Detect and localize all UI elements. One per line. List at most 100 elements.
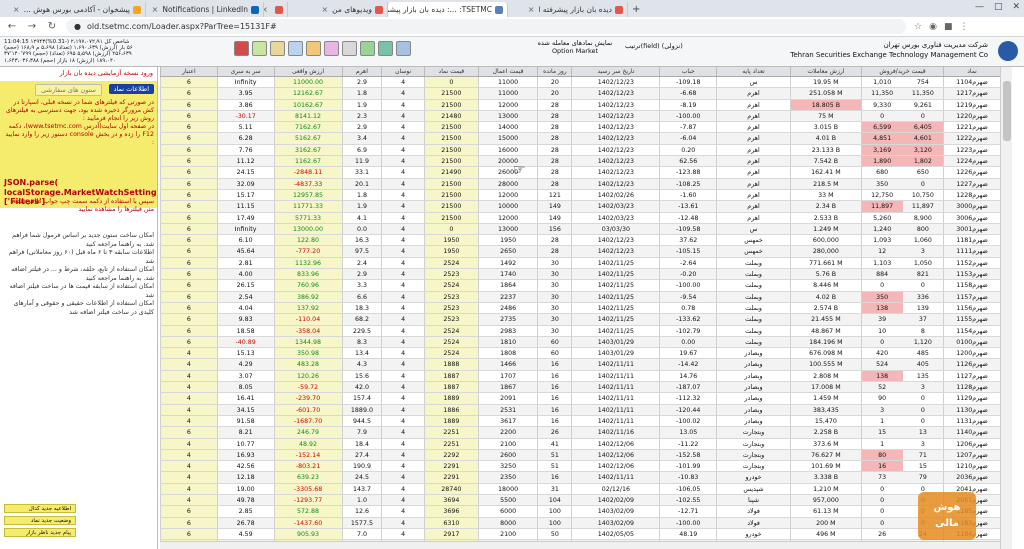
- column-header[interactable]: سر به سری: [216, 67, 274, 76]
- column-header[interactable]: تعداد پایه: [716, 67, 790, 76]
- table-row[interactable]: 6 2.81 1132.96 2.4 4 2524 1492 30 1402/11/25 -2.6…: [160, 257, 1000, 270]
- top-link[interactable]: ورود نسخه آزمایشی دیده بان بازار: [0, 67, 157, 79]
- supervisor-message-button[interactable]: پیام جدید ناظر بازار: [4, 528, 76, 537]
- browser-tab-1[interactable]: Notifications | LinkedIn ×: [146, 2, 264, 17]
- browser-tab-2[interactable]: ×: [264, 2, 288, 17]
- horizontal-scrollbar[interactable]: [160, 541, 1000, 549]
- table-row[interactable]: 6 32.09 -4837.33 20.1 4 21500 28000 28 1402/12/2…: [160, 178, 1000, 190]
- table-row[interactable]: 4 16.93 -152.14 27.4 4 2292 2600 51 1402/12/06 -1…: [160, 449, 1000, 462]
- vertical-scrollbar[interactable]: [1000, 67, 1012, 549]
- table-row[interactable]: 6 4.00 833.96 2.9 4 2523 1740 30 1402/11/25 -0.20…: [160, 269, 1000, 281]
- column-header[interactable]: نوسان: [381, 67, 424, 76]
- table-row[interactable]: 6 9.83 -110.04 68.2 4 2523 2735 30 1402/11/25 -13…: [160, 314, 1000, 326]
- table-row[interactable]: 4 16.41 -239.70 157.4 4 1889 2091 16 1402/11/11-…: [160, 393, 1000, 405]
- table-row[interactable]: 4 19.00 -3305.68 143.7 4 28740 18000 31 02/12/16…: [160, 483, 1000, 495]
- browser-tab-3[interactable]: ویدیوهای من ×: [288, 2, 388, 17]
- extension-icon[interactable]: ■: [944, 22, 953, 32]
- table-row[interactable]: 6 -40.89 1344.98 8.3 4 2524 1810 60 1403/01/29 0.…: [160, 336, 1000, 349]
- table-row[interactable]: 4 42.56 -803.21 190.9 4 2291 3250 51 1402/12/06-…: [160, 461, 1000, 473]
- sort-filter[interactable]: ترتیب(field) (نزولی): [625, 42, 695, 50]
- table-row[interactable]: 6 45.64 -777.20 97.5 4 1950 2650 28 1402/12/23 -1…: [160, 246, 1000, 258]
- table-row[interactable]: 6 2.54 386.92 6.6 4 2523 2237 30 1402/11/25 -9.54…: [160, 291, 1000, 303]
- pinterest-icon[interactable]: ◉: [929, 22, 937, 32]
- codal-alert-button[interactable]: اطلاعیه جدید کدال: [4, 504, 76, 513]
- table-row[interactable]: 6 6.10 122.80 16.3 4 1950 1950 28 1402/12/23 37.6…: [160, 235, 1000, 247]
- toolbar-btn-8-icon[interactable]: [360, 41, 375, 56]
- url-input[interactable]: ● old.tsetmc.com/Loader.aspx?ParTree=151…: [66, 19, 906, 34]
- reload-icon[interactable]: ↻: [46, 21, 58, 32]
- table-row[interactable]: 6 11.15 11771.33 1.9 4 21500 10000 149 1402/03/2…: [160, 201, 1000, 213]
- table-row[interactable]: 6 4.59 905.93 7.0 4 2917 2100 50 1402/05/05 48.19…: [160, 528, 1000, 541]
- toolbar-btn-4-icon[interactable]: [288, 41, 303, 56]
- bookmark-icon[interactable]: ☆: [914, 22, 922, 32]
- table-row[interactable]: 6 26.78 -1437.60 1577.5 4 6310 8000 100 1403/02/…: [160, 517, 1000, 529]
- forward-icon[interactable]: →: [26, 21, 38, 32]
- maximize-icon[interactable]: □: [994, 2, 1003, 12]
- toolbar-btn-7-icon[interactable]: [342, 41, 357, 56]
- table-row[interactable]: 4 34.15 -601.70 1889.0 4 1886 2531 16 1402/11/11…: [160, 404, 1000, 416]
- close-icon[interactable]: ✕: [1012, 2, 1020, 12]
- table-row[interactable]: 6 8.21 246.79 7.9 4 2251 2200 26 1402/11/16 13.05…: [160, 427, 1000, 439]
- table-row[interactable]: 4 49.78 -1293.77 1.0 4 3694 5500 104 1402/02/09-…: [160, 494, 1000, 507]
- table-row[interactable]: 4 8.05 -59.72 42.0 4 1887 1867 16 1402/11/11 -187…: [160, 382, 1000, 394]
- menu-icon[interactable]: ⋮: [959, 22, 968, 32]
- tab-close-icon[interactable]: ×: [152, 5, 159, 14]
- table-row[interactable]: 4 12.18 639.23 24.5 4 2291 2350 16 1402/11/11 -10…: [160, 472, 1000, 484]
- column-header[interactable]: اهرم: [341, 67, 382, 76]
- column-header[interactable]: قیمت نماد: [423, 67, 478, 76]
- toolbar-btn-3-icon[interactable]: [270, 41, 285, 56]
- symbol-status-button[interactable]: وضعیت جدید نماد: [4, 516, 76, 525]
- table-row[interactable]: 6 7.76 3162.67 6.9 4 21500 16000 28 1402/12/23 0.…: [160, 144, 1000, 157]
- table-row[interactable]: 4 4.29 483.28 4.3 4 1888 1466 16 1402/11/11 -14.4…: [160, 359, 1000, 371]
- table-row[interactable]: 4 3.07 120.26 15.6 4 1887 1707 16 1402/11/11 14.7…: [160, 370, 1000, 383]
- column-header[interactable]: تاریخ سر رسید: [571, 67, 659, 76]
- table-row[interactable]: 6 5.11 7162.67 2.9 4 21500 14000 28 1402/12/23 -7…: [160, 122, 1000, 134]
- table-row[interactable]: 4 10.77 48.92 18.4 4 2251 2100 41 1402/12/06 -11.…: [160, 438, 1000, 450]
- table-row[interactable]: 6 Infinity 11000.00 2.9 4 0 11000 20 1402/12/23-…: [160, 77, 1000, 89]
- browser-tab-0[interactable]: پیشخوان - آکادمی بورس هوش ... ×: [4, 2, 146, 17]
- minimize-icon[interactable]: —: [975, 2, 984, 12]
- table-row[interactable]: 6 15.17 12957.85 1.8 4 21500 12000 121 1402/02/2…: [160, 189, 1000, 202]
- scroll-thumb[interactable]: [1003, 81, 1011, 141]
- table-row[interactable]: 6 3.95 12162.67 1.8 4 21500 11000 20 1402/12/23-…: [160, 88, 1000, 100]
- column-header[interactable]: حباب: [659, 67, 716, 76]
- tab-close-icon[interactable]: ×: [321, 5, 328, 14]
- browser-tab-4[interactable]: TSETMC: ...: دیده بان بازار پیشرفته ا×: [388, 2, 508, 17]
- column-header[interactable]: قیمت خرید/فروش: [860, 67, 943, 76]
- table-row[interactable]: 6 18.58 -358.04 229.5 4 2524 2983 30 1402/11/25-…: [160, 325, 1000, 337]
- table-row[interactable]: 4 91.58 -1687.70 944.5 4 1889 3617 16 1402/11/11…: [160, 415, 1000, 428]
- column-header[interactable]: روز مانده: [537, 67, 571, 76]
- table-row[interactable]: 6 11.12 1162.67 11.9 4 21500 20000 28 1402/12/23…: [160, 156, 1000, 168]
- table-cell: 16: [537, 382, 571, 393]
- option-market-link[interactable]: نمایش نمادهای معامله شده Option Market: [534, 39, 616, 55]
- column-header[interactable]: ارزش واقعی: [273, 67, 342, 76]
- tab-close-icon[interactable]: ×: [528, 5, 535, 14]
- toolbar-btn-2-icon[interactable]: [252, 41, 267, 56]
- column-header[interactable]: قیمت اعمال: [477, 67, 538, 76]
- tab-symbol-info[interactable]: اطلاعات نماد: [108, 84, 154, 94]
- browser-tab-5[interactable]: دیده بان بازار پیشرفته ا ×: [508, 2, 628, 17]
- column-header[interactable]: ارزش معاملات: [789, 67, 861, 76]
- tab-custom-columns[interactable]: ستون های سفارشی: [35, 84, 102, 96]
- table-row[interactable]: 6 Infinity 13000.00 0.0 4 0 13000 156 03/03/30 -1…: [160, 223, 1000, 236]
- back-icon[interactable]: ←: [6, 21, 18, 32]
- column-header[interactable]: نماد: [943, 67, 1000, 76]
- table-row[interactable]: 6 3.86 10162.67 1.9 4 21500 12000 28 1402/12/23-…: [160, 99, 1000, 111]
- table-row[interactable]: 6 24.15 -2848.11 33.1 4 21490 26000 28 1402/12/2…: [160, 167, 1000, 179]
- table-row[interactable]: 6 4.04 137.92 18.3 4 2523 2486 30 1402/11/25 0.78…: [160, 302, 1000, 315]
- table-row[interactable]: 6 -30.17 8141.12 2.3 4 21480 13000 28 1402/12/23…: [160, 110, 1000, 123]
- table-row[interactable]: 6 17.49 5771.33 4.1 4 21500 12000 149 1402/03/23…: [160, 212, 1000, 224]
- table-row[interactable]: 4 15.13 350.98 13.4 4 2524 1808 60 1403/01/29 19.…: [160, 348, 1000, 360]
- toolbar-btn-1-icon[interactable]: [234, 41, 249, 56]
- new-tab-button[interactable]: +: [632, 2, 640, 17]
- tab-close-icon[interactable]: ×: [13, 5, 20, 14]
- grid-icon[interactable]: [396, 41, 411, 56]
- tab-close-icon[interactable]: ×: [264, 5, 268, 14]
- table-row[interactable]: 6 2.85 572.88 12.6 4 3696 6000 100 1403/02/09 -12…: [160, 506, 1000, 518]
- table-row[interactable]: 6 26.15 760.96 3.3 4 2524 1864 30 1402/11/25 -100…: [160, 280, 1000, 292]
- search-icon[interactable]: [378, 41, 393, 56]
- column-header[interactable]: اعتبار: [160, 67, 217, 76]
- table-row[interactable]: 6 6.28 5162.67 3.4 4 21500 15000 28 1402/12/23 -6…: [160, 133, 1000, 145]
- toolbar-btn-5-icon[interactable]: [306, 41, 321, 56]
- toolbar-btn-6-icon[interactable]: [324, 41, 339, 56]
